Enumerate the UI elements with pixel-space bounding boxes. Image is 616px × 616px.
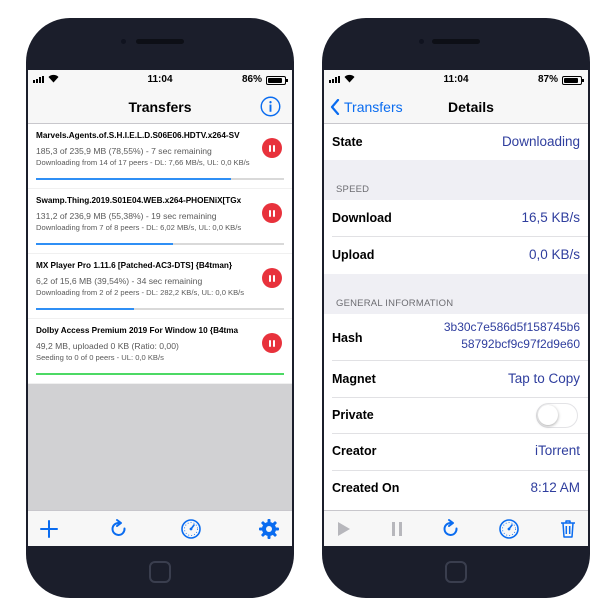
upload-label: Upload (332, 248, 375, 262)
transfer-name: Swamp.Thing.2019.S01E04.WEB.x264-PHOENiX… (36, 196, 241, 205)
transfer-size: 49,2 MB, uploaded 0 KB (Ratio: 0,00) (36, 341, 179, 351)
transfer-peers: Downloading from 14 of 17 peers - DL: 7,… (36, 158, 250, 167)
progress-fill (36, 373, 284, 375)
tab-bar (28, 510, 292, 546)
toggle-knob (538, 405, 558, 425)
refresh-icon[interactable] (440, 518, 462, 540)
pause-button[interactable] (262, 138, 282, 158)
divider (332, 236, 588, 237)
divider (332, 360, 588, 361)
progress-bar (36, 243, 284, 245)
progress-fill (36, 178, 231, 180)
creator-label: Creator (332, 444, 377, 458)
front-camera (121, 39, 126, 44)
transfer-row[interactable]: Swamp.Thing.2019.S01E04.WEB.x264-PHOENiX… (28, 189, 292, 254)
transfer-row[interactable]: Dolby Access Premium 2019 For Window 10 … (28, 319, 292, 384)
transfer-size: 185,3 of 235,9 MB (78,55%) - 7 sec remai… (36, 146, 212, 156)
transfer-peers: Seeding to 0 of 0 peers - UL: 0,0 KB/s (36, 353, 164, 362)
magnet-copy-button[interactable]: Tap to Copy (508, 371, 580, 386)
page-title: Details (448, 98, 494, 115)
speaker (432, 39, 480, 44)
status-bar: 11:04 87% (324, 70, 588, 90)
transfer-size: 6,2 of 15,6 MB (39,54%) - 34 sec remaini… (36, 276, 203, 286)
transfer-row[interactable]: Marvels.Agents.of.S.H.I.E.L.D.S06E06.HDT… (28, 124, 292, 189)
pause-button[interactable] (262, 203, 282, 223)
transfer-name: Marvels.Agents.of.S.H.I.E.L.D.S06E06.HDT… (36, 131, 240, 140)
hash-label: Hash (332, 331, 363, 345)
play-icon[interactable] (332, 518, 354, 540)
transfer-size: 131,2 of 236,9 MB (55,38%) - 19 sec rema… (36, 211, 217, 221)
progress-bar (36, 178, 284, 180)
transfer-peers: Downloading from 7 of 8 peers - DL: 6,02… (36, 223, 242, 232)
progress-bar (36, 373, 284, 375)
state-row: State Downloading (324, 124, 588, 160)
speedometer-icon[interactable] (498, 518, 520, 540)
state-value: Downloading (501, 134, 580, 149)
state-label: State (332, 135, 363, 149)
private-toggle[interactable] (536, 403, 578, 428)
transfer-name: Dolby Access Premium 2019 For Window 10 … (36, 326, 239, 335)
hash-line-2: 58792bcf9c97f2d9e60 (461, 337, 580, 351)
speed-section-header: SPEED (336, 184, 370, 195)
tab-bar (324, 510, 588, 546)
battery-percent: 86% (241, 74, 262, 85)
speed-section: Download 16,5 KB/s Upload 0,0 KB/s (324, 200, 588, 274)
gear-icon[interactable] (258, 518, 280, 540)
right-phone: 11:04 87% Transfers Details State Downlo… (322, 18, 590, 598)
general-section: Hash 3b30c7e586d5f158745b6 58792bcf9c97f… (324, 314, 588, 514)
download-label: Download (332, 211, 392, 225)
transfers-screen: 11:04 86% Transfers Marvels.Agents.of.S.… (28, 70, 292, 546)
transfer-row[interactable]: MX Player Pro 1.11.6 [Patched-AC3-DTS] {… (28, 254, 292, 319)
battery-percent: 87% (537, 74, 558, 85)
nav-bar: Transfers Details (324, 90, 588, 124)
left-phone: 11:04 86% Transfers Marvels.Agents.of.S.… (26, 18, 294, 598)
hash-value[interactable]: 3b30c7e586d5f158745b6 58792bcf9c97f2d9e6… (444, 319, 580, 353)
info-icon[interactable] (260, 96, 281, 117)
transfer-list: Marvels.Agents.of.S.H.I.E.L.D.S06E06.HDT… (28, 124, 292, 384)
battery-icon (562, 76, 584, 85)
progress-fill (36, 243, 174, 245)
divider (332, 433, 588, 434)
details-list: State Downloading SPEED Download 16,5 KB… (324, 124, 588, 514)
progress-fill (36, 308, 135, 310)
pause-icon[interactable] (386, 518, 408, 540)
back-label: Transfers (344, 99, 403, 115)
magnet-label: Magnet (332, 372, 376, 386)
transfer-name: MX Player Pro 1.11.6 [Patched-AC3-DTS] {… (36, 261, 233, 270)
home-button[interactable] (149, 561, 171, 583)
created-on-label: Created On (332, 481, 400, 495)
divider (332, 397, 588, 398)
created-on-value: 8:12 AM (530, 480, 580, 495)
home-button[interactable] (445, 561, 467, 583)
divider (332, 470, 588, 471)
transfer-peers: Downloading from 2 of 2 peers - DL: 282,… (36, 288, 245, 297)
upload-value: 0,0 KB/s (528, 247, 580, 262)
speedometer-icon[interactable] (180, 518, 202, 540)
add-icon[interactable] (38, 518, 60, 540)
refresh-icon[interactable] (108, 518, 130, 540)
status-bar: 11:04 86% (28, 70, 292, 90)
creator-value: iTorrent (534, 443, 580, 458)
speaker (136, 39, 184, 44)
private-label: Private (332, 408, 374, 422)
battery-icon (266, 76, 288, 85)
general-section-header: GENERAL INFORMATION (336, 298, 454, 309)
chevron-left-icon (330, 99, 340, 115)
pause-button[interactable] (262, 333, 282, 353)
front-camera (419, 39, 424, 44)
progress-bar (36, 308, 284, 310)
trash-icon[interactable] (557, 518, 579, 540)
back-button[interactable]: Transfers (330, 90, 403, 124)
download-value: 16,5 KB/s (521, 210, 580, 225)
pause-button[interactable] (262, 268, 282, 288)
details-screen: 11:04 87% Transfers Details State Downlo… (324, 70, 588, 546)
nav-bar: Transfers (28, 90, 292, 124)
page-title: Transfers (128, 98, 192, 115)
hash-line-1: 3b30c7e586d5f158745b6 (443, 320, 580, 334)
